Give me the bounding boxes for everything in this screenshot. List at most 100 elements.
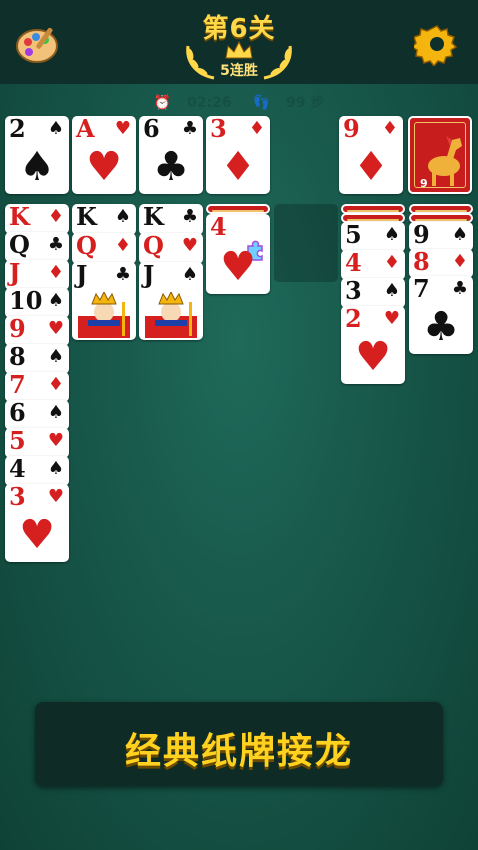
card-rank: 9 [9,316,26,343]
card-rank: 7 [9,372,26,399]
card-suit: ♥ [181,235,198,256]
card-suit: ♠ [451,224,468,245]
card-rank: 3 [9,484,26,511]
title-banner: 经典纸牌接龙 [35,702,443,786]
card-suit: ♣ [181,206,198,227]
card-suit: ♠ [47,346,64,367]
card-rank: 2 [9,116,26,143]
foundation-diamonds[interactable]: 3 ♦ ♦ [206,116,270,194]
tableau-card[interactable]: 8 ♠ [5,344,69,374]
tableau-card[interactable]: J ♠ [139,262,203,340]
card-rank: 9 [343,116,360,143]
foundation-clubs[interactable]: 6 ♣ ♣ [139,116,203,194]
card-suit: ♦ [47,206,64,227]
card-suit: ♦ [381,118,398,139]
card-rank: 6 [143,116,160,143]
card-suit: ♦ [114,235,131,256]
move-counter: 99 步 [285,95,325,111]
card-suit: ♠ [114,206,131,227]
card-suit: ♦ [47,262,64,283]
card-rank: 8 [413,249,430,276]
card-suit-large: ♦ [220,144,256,190]
card-rank: 9 [413,222,430,249]
card-rank: K [76,204,97,231]
card-suit-large: ♦ [353,144,389,190]
waste-card[interactable]: 9 ♦ ♦ [339,116,403,194]
card-rank: A [76,116,95,143]
crown-icon [225,40,253,59]
empty-tableau-slot[interactable] [274,204,338,282]
card-rank: 3 [345,278,362,305]
foundation-hearts[interactable]: A ♥ ♥ [72,116,136,194]
tableau-card[interactable]: 3 ♥ ♥ [5,484,69,562]
card-rank: 7 [413,276,430,303]
card-rank: 8 [9,344,26,371]
card-rank: 5 [9,428,26,455]
card-suit-large: ♣ [423,304,459,350]
card-rank: 10 [9,288,43,315]
card-rank: Q [143,233,164,260]
card-suit-large: ♠ [19,144,55,190]
stock-rank: 9 [420,177,428,190]
footprint-icon: 👣 [252,95,270,111]
card-suit: ♠ [47,402,64,423]
card-suit: ♥ [47,318,64,339]
card-rank: 5 [345,222,362,249]
card-rank: K [9,204,30,231]
card-suit: ♠ [383,224,400,245]
card-suit: ♣ [114,264,131,285]
tableau-card[interactable]: 4 ♦ [341,250,405,280]
card-suit: ♣ [451,278,468,299]
card-suit: ♣ [181,118,198,139]
foundation-spades[interactable]: 2 ♠ ♠ [5,116,69,194]
face-down-card [206,204,270,214]
card-rank: 4 [9,456,26,483]
tableau-card[interactable]: 9 ♠ [409,222,473,251]
win-streak: 5连胜 [220,63,258,79]
card-suit-large: ♥ [220,244,256,290]
tableau-card[interactable]: 5 ♠ [341,222,405,252]
card-suit: ♠ [47,458,64,479]
card-suit-large: ♥ [86,144,122,190]
tableau-card[interactable]: K ♠ [72,204,136,235]
stock-pile[interactable]: 9 [408,116,472,194]
tableau-card[interactable]: 2 ♥ ♥ [341,306,405,384]
tableau-card[interactable]: 7 ♣ ♣ [409,276,473,354]
card-suit: ♥ [114,118,131,139]
card-rank: J [9,260,21,287]
card-suit: ♦ [47,374,64,395]
horse-icon [428,136,462,186]
tableau-card[interactable]: K ♦ [5,204,69,234]
card-rank: K [143,204,164,231]
card-suit: ♦ [451,251,468,272]
card-rank: Q [76,233,97,260]
tableau-card[interactable]: 7 ♦ [5,372,69,402]
tableau-card[interactable]: 3 ♠ [341,278,405,308]
stats-bar: ⏰ 02:26 👣 99 步 [0,92,478,112]
card-rank: Q [9,232,30,259]
card-suit-large: ♥ [355,334,391,380]
tableau-card[interactable]: 10 ♠ [5,288,69,318]
tableau-card[interactable]: 8 ♦ [409,249,473,278]
card-suit: ♥ [47,486,64,507]
card-suit: ♦ [383,252,400,273]
tableau-card[interactable]: Q ♦ [72,233,136,264]
card-suit: ♠ [383,280,400,301]
jack-face-icon [145,292,197,338]
tableau-card[interactable]: 9 ♥ [5,316,69,346]
card-suit-large: ♣ [153,144,189,190]
tableau-card[interactable]: J ♣ [72,262,136,340]
card-suit: ♦ [248,118,265,139]
tableau-card[interactable]: Q ♣ [5,232,69,262]
tableau-card[interactable]: 4 ♥ [206,214,270,294]
tableau-card[interactable]: J ♦ [5,260,69,290]
tableau-card[interactable]: K ♣ [139,204,203,235]
card-suit: ♥ [47,430,64,451]
clock-icon: ⏰ [153,95,172,111]
tableau-card[interactable]: 5 ♥ [5,428,69,458]
tableau-card[interactable]: 6 ♠ [5,400,69,430]
card-rank: 6 [9,400,26,427]
card-rank: 3 [210,116,227,143]
tableau-card[interactable]: 4 ♠ [5,456,69,486]
tableau-card[interactable]: Q ♥ [139,233,203,264]
